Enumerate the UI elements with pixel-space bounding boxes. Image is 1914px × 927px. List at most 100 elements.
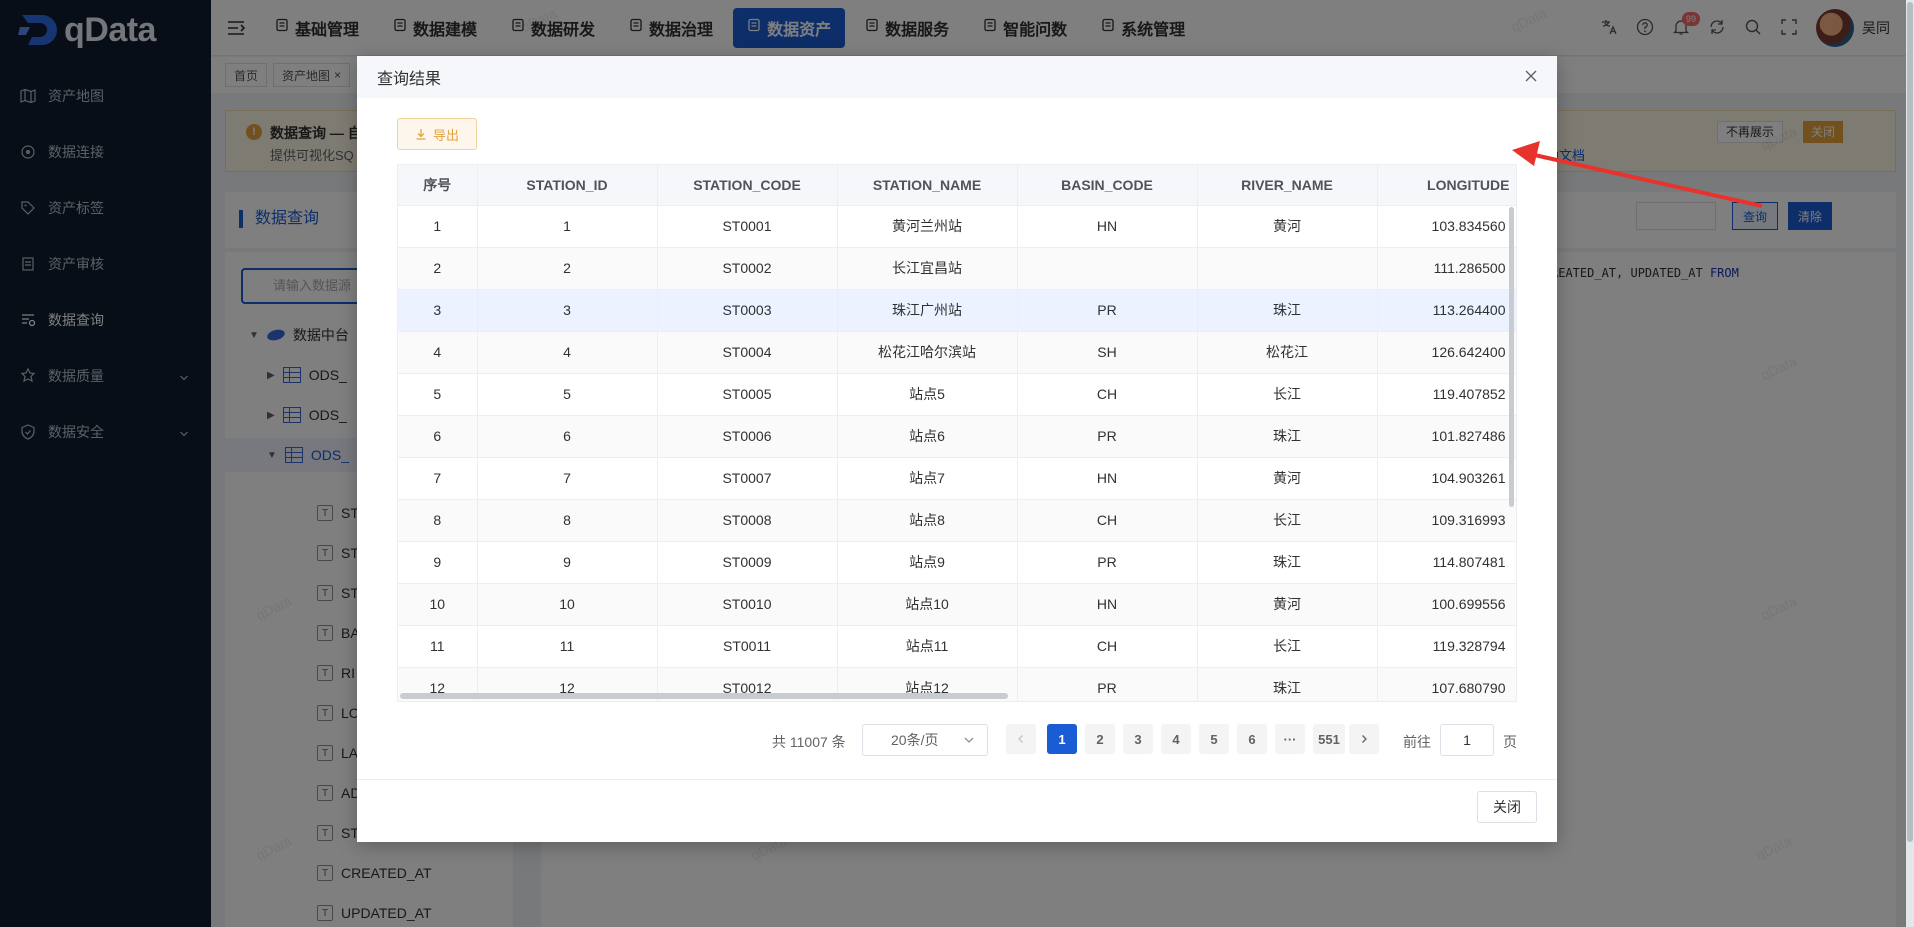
page-suffix: 页	[1503, 734, 1517, 750]
page-button[interactable]: 1	[1047, 724, 1077, 754]
table-cell: 11	[477, 625, 658, 668]
page-button[interactable]: 6	[1237, 724, 1267, 754]
page-button[interactable]: 2	[1085, 724, 1115, 754]
page-button[interactable]: 3	[1123, 724, 1153, 754]
table-cell: HN	[1017, 205, 1198, 248]
goto-page-input[interactable]: 1	[1440, 724, 1494, 756]
dialog-footer: 关闭	[357, 779, 1557, 842]
table-row[interactable]: 4 4 ST0004 松花江哈尔滨站 SH 松花江 126.642400	[398, 331, 1516, 374]
table-cell: 站点11	[837, 625, 1018, 668]
column-header[interactable]: 序号	[398, 165, 478, 206]
table-cell: 11	[398, 625, 478, 668]
column-header[interactable]: BASIN_CODE	[1017, 165, 1198, 206]
table-cell: 站点8	[837, 499, 1018, 542]
table-cell: 3	[477, 289, 658, 332]
page-button[interactable]: 4	[1161, 724, 1191, 754]
table-cell: 101.827486	[1377, 415, 1516, 458]
column-header[interactable]: STATION_NAME	[837, 165, 1018, 206]
page-scrollbar[interactable]	[1906, 0, 1914, 927]
table-cell: SH	[1017, 331, 1198, 374]
page-scrollbar-thumb[interactable]	[1907, 2, 1913, 842]
chevron-right-icon	[1362, 735, 1367, 743]
table-row[interactable]: 6 6 ST0006 站点6 PR 珠江 101.827486	[398, 415, 1516, 458]
table-cell: ST0011	[657, 625, 838, 668]
table-cell: PR	[1017, 415, 1198, 458]
table-cell: 1	[398, 205, 478, 248]
table-cell: 珠江	[1197, 541, 1378, 584]
table-cell: CH	[1017, 625, 1198, 668]
table-cell: 8	[398, 499, 478, 542]
dialog-header: 查询结果	[357, 56, 1557, 98]
next-page-button[interactable]	[1349, 724, 1379, 754]
table-cell: 长江宜昌站	[837, 247, 1018, 290]
close-button[interactable]: 关闭	[1477, 791, 1537, 823]
table-cell: ST0002	[657, 247, 838, 290]
table-cell: 站点5	[837, 373, 1018, 416]
table-cell: 8	[477, 499, 658, 542]
table-row[interactable]: 11 11 ST0011 站点11 CH 长江 119.328794	[398, 625, 1516, 668]
table-cell: CH	[1017, 499, 1198, 542]
table-cell: 站点6	[837, 415, 1018, 458]
table-cell: 7	[477, 457, 658, 500]
table-cell: 松花江	[1197, 331, 1378, 374]
table-cell: 4	[398, 331, 478, 374]
table-row[interactable]: 9 9 ST0009 站点9 PR 珠江 114.807481	[398, 541, 1516, 584]
column-header[interactable]: STATION_ID	[477, 165, 658, 206]
table-cell: 104.903261	[1377, 457, 1516, 500]
table-cell: 珠江广州站	[837, 289, 1018, 332]
export-label: 导出	[432, 127, 459, 143]
column-header[interactable]: RIVER_NAME	[1197, 165, 1378, 206]
export-button[interactable]: 导出	[397, 118, 477, 150]
table-row[interactable]: 1 1 ST0001 黄河兰州站 HN 黄河 103.834560	[398, 205, 1516, 248]
table-cell: 站点10	[837, 583, 1018, 626]
table-cell: 119.407852	[1377, 373, 1516, 416]
table-cell	[1017, 247, 1198, 290]
prev-page-button[interactable]	[1006, 724, 1036, 754]
page-button[interactable]: 551	[1313, 724, 1345, 754]
page-button[interactable]: 5	[1199, 724, 1229, 754]
table-cell: ST0005	[657, 373, 838, 416]
table-cell: 珠江	[1197, 415, 1378, 458]
close-icon[interactable]	[1523, 68, 1539, 84]
table-row[interactable]: 2 2 ST0002 长江宜昌站 111.286500	[398, 247, 1516, 290]
more-pages-button[interactable]: ···	[1275, 724, 1305, 754]
table-cell: PR	[1017, 667, 1198, 701]
table-cell: 103.834560	[1377, 205, 1516, 248]
table-cell: 5	[398, 373, 478, 416]
column-header[interactable]: STATION_CODE	[657, 165, 838, 206]
table-row[interactable]: 7 7 ST0007 站点7 HN 黄河 104.903261	[398, 457, 1516, 500]
table-cell: 109.316993	[1377, 499, 1516, 542]
table-row[interactable]: 3 3 ST0003 珠江广州站 PR 珠江 113.264400	[398, 289, 1516, 332]
table-cell: PR	[1017, 541, 1198, 584]
table-cell: ST0008	[657, 499, 838, 542]
column-header[interactable]: LONGITUDE	[1377, 165, 1516, 206]
table-cell: 114.807481	[1377, 541, 1516, 584]
table-cell: 1	[477, 205, 658, 248]
pagination-total: 共 11007 条	[772, 734, 846, 750]
table-cell: 4	[477, 331, 658, 374]
table-row[interactable]: 8 8 ST0008 站点8 CH 长江 109.316993	[398, 499, 1516, 542]
table-cell: 113.264400	[1377, 289, 1516, 332]
table-cell: 7	[398, 457, 478, 500]
horizontal-scrollbar[interactable]	[400, 693, 1008, 699]
result-table: 序号 STATION_ID STATION_CODE STATION_NAME BASI…	[397, 164, 1517, 702]
table-cell: 2	[477, 247, 658, 290]
table-cell	[1197, 247, 1378, 290]
table-cell: 黄河兰州站	[837, 205, 1018, 248]
vertical-scrollbar[interactable]	[1509, 207, 1514, 507]
table-row[interactable]: 10 10 ST0010 站点10 HN 黄河 100.699556	[398, 583, 1516, 626]
table-cell: 100.699556	[1377, 583, 1516, 626]
table-cell: ST0004	[657, 331, 838, 374]
table-cell: 珠江	[1197, 289, 1378, 332]
page-size-select[interactable]: 20条/页	[862, 724, 988, 756]
table-row[interactable]: 5 5 ST0005 站点5 CH 长江 119.407852	[398, 373, 1516, 416]
pagination: 共 11007 条 20条/页 1 2 3 4 5 6 ··· 551 前往 1 页	[357, 724, 1557, 756]
table-cell: 6	[398, 415, 478, 458]
table-cell: 111.286500	[1377, 247, 1516, 290]
table-cell: 长江	[1197, 499, 1378, 542]
table-cell: HN	[1017, 457, 1198, 500]
table-cell: 6	[477, 415, 658, 458]
chevron-down-icon	[964, 737, 974, 743]
table-cell: 10	[477, 583, 658, 626]
query-result-dialog: 查询结果 导出 序号 STATION_ID STATION_CODE STATION_…	[357, 56, 1557, 842]
